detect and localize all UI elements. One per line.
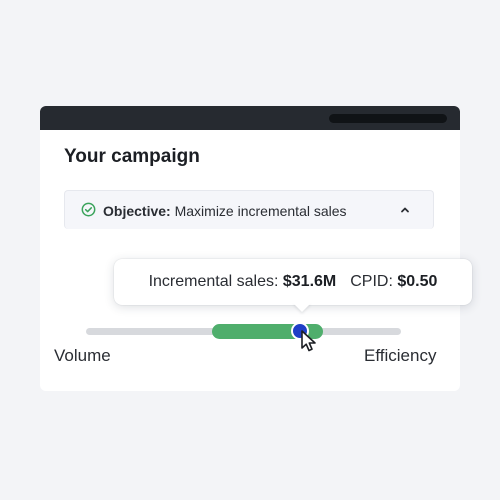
page-title: Your campaign: [64, 146, 200, 167]
cpid-label: CPID:: [350, 273, 393, 290]
check-circle-icon: [81, 202, 96, 217]
cpid-value: $0.50: [397, 273, 438, 290]
tooltip-metrics: Incremental sales: $31.6M CPID: $0.50: [114, 273, 472, 291]
incremental-sales-value: $31.6M: [282, 273, 337, 290]
slider-max-label: Efficiency: [364, 346, 437, 365]
objective-text: Objective: Maximize incremental sales: [103, 203, 347, 219]
mouse-pointer-icon: [301, 330, 316, 352]
objective-dropdown[interactable]: Objective: Maximize incremental sales: [64, 190, 434, 229]
metrics-tooltip: Incremental sales: $31.6M CPID: $0.50: [114, 259, 472, 312]
objective-label: Objective:: [103, 203, 171, 219]
incremental-sales-label: Incremental sales:: [148, 273, 279, 290]
slider-min-label: Volume: [54, 346, 111, 365]
tooltip-arrow: [293, 303, 311, 312]
window-titlebar: [40, 106, 460, 130]
titlebar-address-bar: [329, 114, 447, 123]
chevron-up-icon[interactable]: [399, 204, 411, 216]
objective-value: Maximize incremental sales: [174, 203, 347, 219]
